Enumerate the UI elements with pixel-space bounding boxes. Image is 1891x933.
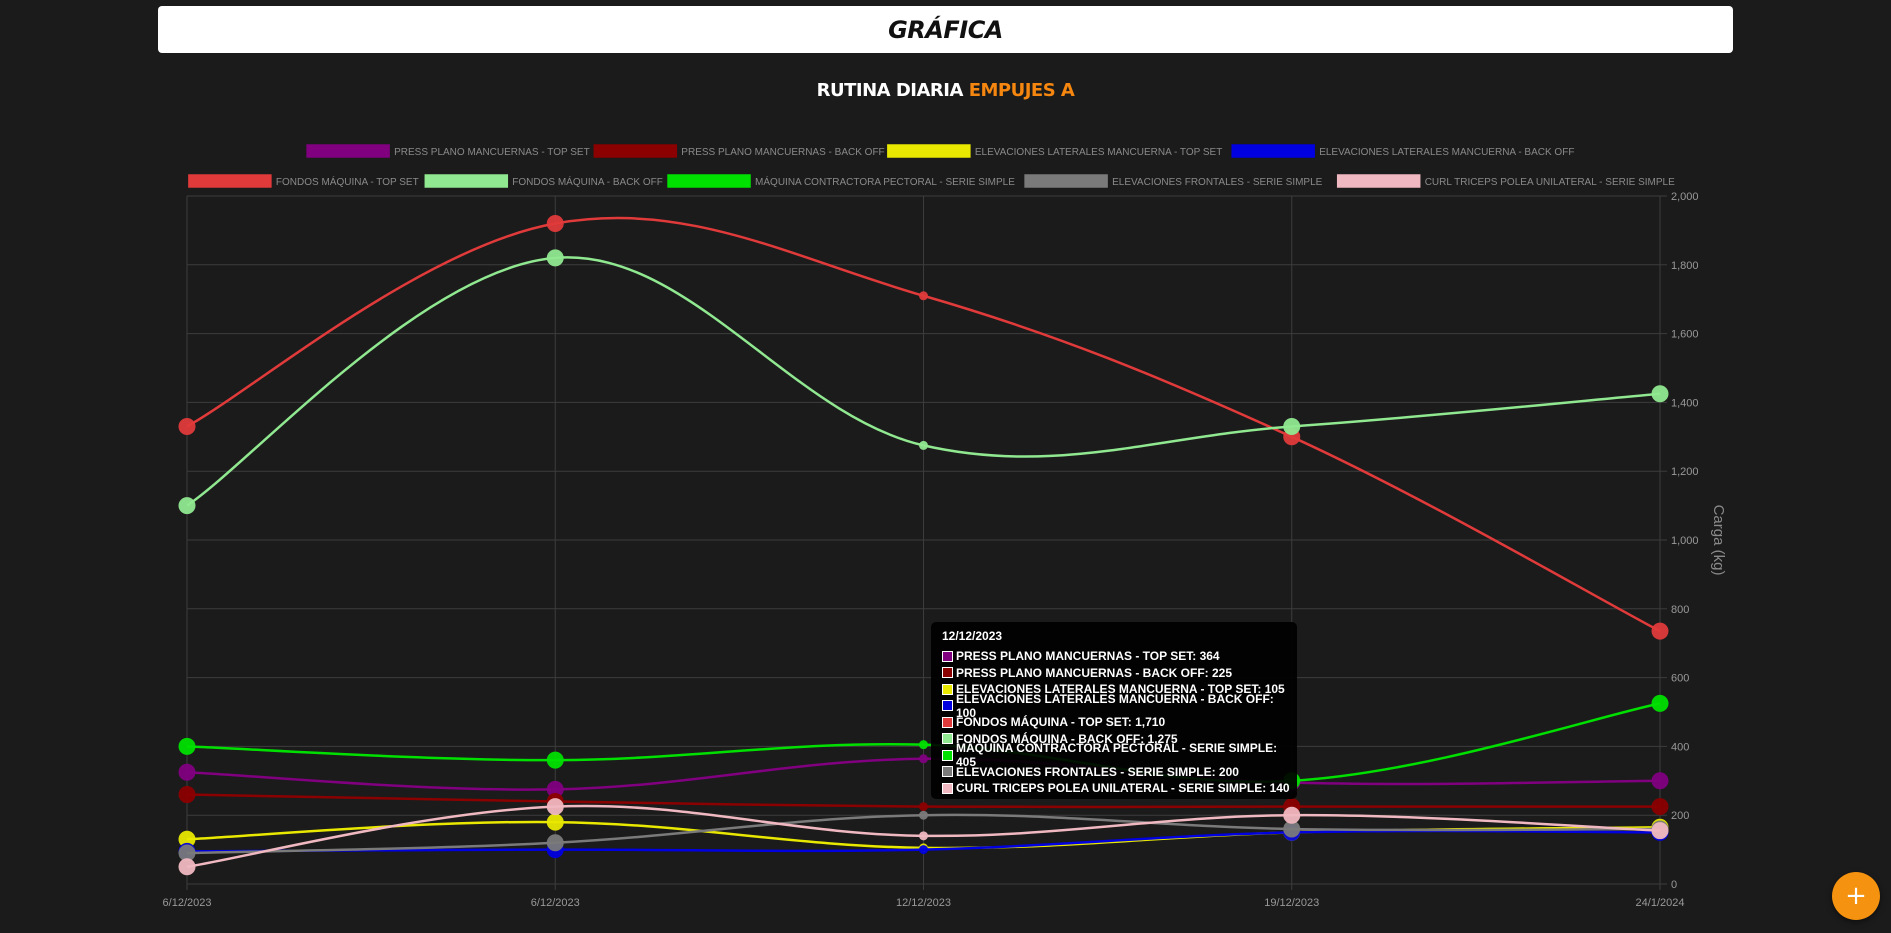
data-point bbox=[919, 740, 928, 750]
tooltip-row: PRESS PLANO MANCUERNAS - BACK OFF: 225 bbox=[937, 665, 1291, 682]
data-point bbox=[178, 417, 196, 435]
data-point bbox=[1651, 694, 1669, 712]
tooltip-row-text: PRESS PLANO MANCUERNAS - TOP SET: 364 bbox=[956, 649, 1220, 664]
y-tick-label: 800 bbox=[1671, 604, 1689, 616]
add-button[interactable]: + bbox=[1832, 872, 1880, 920]
y-tick-label: 600 bbox=[1671, 673, 1689, 685]
tooltip-rows: PRESS PLANO MANCUERNAS - TOP SET: 364 PRE… bbox=[937, 648, 1291, 797]
data-point bbox=[919, 440, 928, 450]
chart-tooltip: 12/12/2023 PRESS PLANO MANCUERNAS - TOP … bbox=[931, 622, 1297, 799]
x-tick-label: 24/1/2024 bbox=[1636, 897, 1685, 909]
legend-label: PRESS PLANO MANCUERNAS - TOP SET bbox=[394, 147, 590, 158]
y-tick-label: 1,400 bbox=[1671, 397, 1699, 409]
tooltip-swatch bbox=[942, 749, 953, 761]
legend-label: PRESS PLANO MANCUERNAS - BACK OFF bbox=[681, 147, 884, 158]
data-point bbox=[1283, 806, 1301, 824]
data-point bbox=[1651, 798, 1669, 816]
y-tick-label: 400 bbox=[1671, 741, 1689, 753]
data-point bbox=[919, 845, 928, 855]
data-point bbox=[546, 834, 564, 852]
tooltip-swatch bbox=[942, 716, 953, 728]
data-point bbox=[919, 291, 928, 301]
y-tick-label: 2,000 bbox=[1671, 191, 1699, 203]
tooltip-row: CURL TRICEPS POLEA UNILATERAL - SERIE SI… bbox=[937, 780, 1291, 797]
data-point bbox=[546, 798, 564, 816]
tooltip-swatch bbox=[942, 683, 953, 695]
y-tick-label: 1,600 bbox=[1671, 329, 1699, 341]
legend-swatch bbox=[1231, 144, 1315, 158]
legend-label: CURL TRICEPS POLEA UNILATERAL - SERIE SI… bbox=[1425, 177, 1675, 188]
y-tick-label: 1,000 bbox=[1671, 535, 1699, 547]
y-tick-label: 0 bbox=[1671, 879, 1677, 891]
data-point bbox=[178, 858, 196, 876]
legend-swatch bbox=[1336, 174, 1421, 188]
tooltip-row-text: ELEVACIONES FRONTALES - SERIE SIMPLE: 20… bbox=[956, 764, 1239, 779]
legend-swatch bbox=[667, 174, 751, 188]
tooltip-row: ELEVACIONES FRONTALES - SERIE SIMPLE: 20… bbox=[937, 764, 1291, 781]
data-point bbox=[178, 497, 196, 515]
legend-swatch bbox=[593, 144, 678, 158]
tooltip-row-text: PRESS PLANO MANCUERNAS - BACK OFF: 225 bbox=[956, 665, 1233, 680]
data-point bbox=[919, 810, 928, 820]
legend-label: ELEVACIONES FRONTALES - SERIE SIMPLE bbox=[1112, 177, 1323, 188]
data-point bbox=[1651, 385, 1669, 403]
data-point bbox=[1651, 622, 1669, 640]
tooltip-row: PRESS PLANO MANCUERNAS - TOP SET: 364 bbox=[937, 648, 1291, 665]
tooltip-row-text: FONDOS MÁQUINA - TOP SET: 1,710 bbox=[956, 715, 1166, 730]
legend-label: ELEVACIONES LATERALES MANCUERNA - BACK O… bbox=[1319, 147, 1574, 158]
x-tick-label: 19/12/2023 bbox=[1264, 897, 1319, 909]
data-point bbox=[1283, 417, 1301, 435]
legend-swatch bbox=[887, 144, 971, 158]
tooltip-swatch bbox=[942, 782, 953, 794]
data-point bbox=[546, 751, 564, 769]
data-point bbox=[1651, 822, 1669, 840]
x-tick-label: 6/12/2023 bbox=[531, 897, 580, 909]
tooltip-row: ELEVACIONES LATERALES MANCUERNA - BACK O… bbox=[937, 692, 1291, 720]
data-point bbox=[546, 215, 564, 233]
x-tick-label: 12/12/2023 bbox=[896, 897, 951, 909]
y-tick-label: 1,200 bbox=[1671, 466, 1699, 478]
data-point bbox=[178, 786, 196, 804]
y-tick-label: 200 bbox=[1671, 810, 1689, 822]
legend-swatch bbox=[188, 174, 272, 188]
legend-swatch bbox=[424, 174, 509, 188]
tooltip-title: 12/12/2023 bbox=[942, 629, 1003, 643]
data-point bbox=[546, 249, 564, 267]
y-tick-label: 1,800 bbox=[1671, 260, 1699, 272]
legend-label: FONDOS MÁQUINA - BACK OFF bbox=[512, 175, 663, 188]
data-point bbox=[178, 763, 196, 781]
data-point bbox=[178, 737, 196, 755]
legend-swatch bbox=[1024, 174, 1108, 188]
tooltip-swatch bbox=[942, 766, 953, 778]
y-axis-title: Carga (kg) bbox=[1710, 505, 1727, 576]
data-point bbox=[546, 813, 564, 831]
legend-label: MÁQUINA CONTRACTORA PECTORAL - SERIE SIM… bbox=[755, 175, 1015, 188]
data-point bbox=[1651, 772, 1669, 790]
tooltip-swatch bbox=[942, 700, 953, 712]
data-point bbox=[919, 754, 928, 764]
legend-label: ELEVACIONES LATERALES MANCUERNA - TOP SE… bbox=[975, 147, 1222, 158]
tooltip-swatch bbox=[942, 667, 953, 679]
tooltip-swatch bbox=[942, 650, 953, 662]
plus-icon: + bbox=[1845, 881, 1867, 911]
tooltip-row: MÁQUINA CONTRACTORA PECTORAL - SERIE SIM… bbox=[937, 741, 1291, 769]
legend-swatch bbox=[306, 144, 390, 158]
legend-label: FONDOS MÁQUINA - TOP SET bbox=[276, 175, 419, 188]
data-point bbox=[919, 831, 928, 841]
x-tick-label: 6/12/2023 bbox=[163, 897, 212, 909]
tooltip-swatch bbox=[942, 733, 953, 745]
data-point bbox=[919, 802, 928, 812]
tooltip-row-text: CURL TRICEPS POLEA UNILATERAL - SERIE SI… bbox=[956, 781, 1290, 796]
